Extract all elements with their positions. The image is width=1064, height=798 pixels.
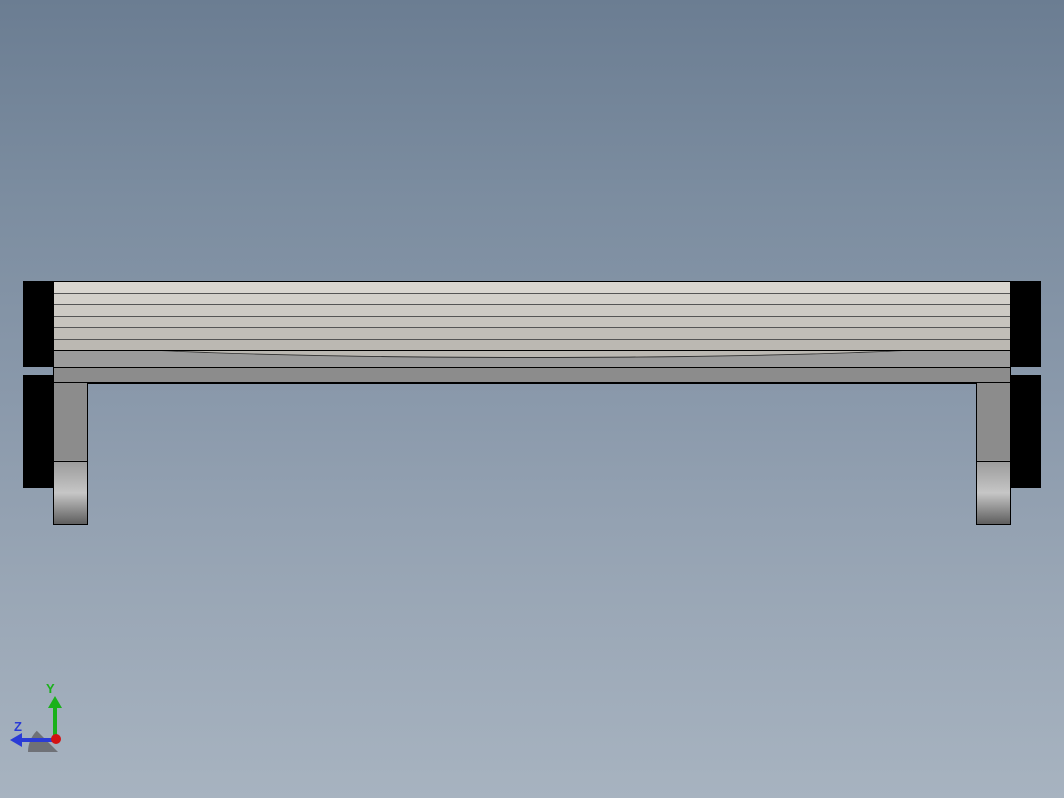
lamina (54, 316, 1010, 328)
laminated-slab (53, 281, 1011, 351)
lamina (54, 339, 1010, 351)
inner-edge (88, 382, 976, 384)
lamina (54, 282, 1010, 293)
pin-bottom-left (23, 375, 53, 488)
lamina (54, 293, 1010, 305)
y-arrow-icon (48, 696, 62, 708)
x-axis-icon (51, 734, 61, 744)
z-axis-label: Z (14, 719, 22, 734)
leg-left (53, 382, 88, 525)
model[interactable] (23, 281, 1041, 525)
transition-fillet (53, 351, 1011, 368)
pin-top-left (23, 281, 53, 367)
z-arrow-icon (10, 733, 22, 747)
y-axis-label: Y (46, 681, 55, 696)
lamina (54, 304, 1010, 316)
z-axis-icon (20, 738, 54, 742)
view-triad[interactable]: Y Z (10, 692, 90, 762)
pin-top-right (1011, 281, 1041, 367)
pin-bottom-right (1011, 375, 1041, 488)
cad-viewport[interactable]: Y Z (0, 0, 1064, 798)
lamina (54, 327, 1010, 339)
leg-right (976, 382, 1011, 525)
